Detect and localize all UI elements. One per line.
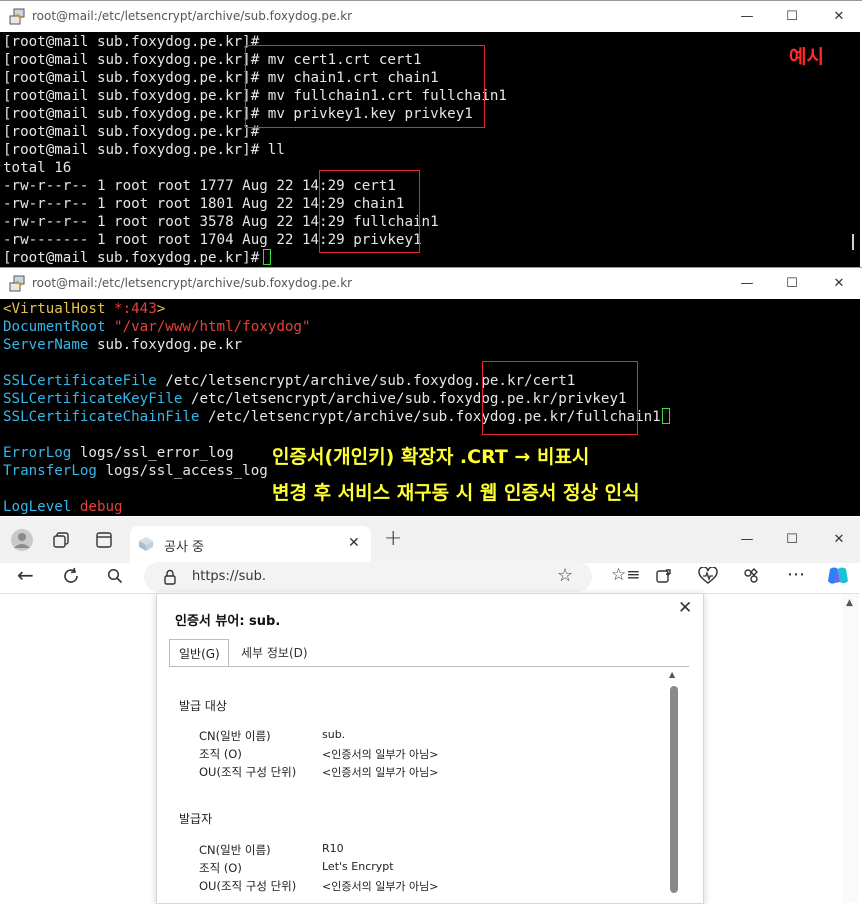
issuer-label: 조직 (O) <box>199 861 242 875</box>
terminal-prompt-line: [root@mail sub.foxydog.pe.kr]# <box>3 249 272 267</box>
issuer-label: OU(조직 구성 단위) <box>199 879 297 893</box>
profile-icon[interactable] <box>10 528 34 552</box>
close-button[interactable]: ✕ <box>826 528 852 552</box>
workspaces-icon[interactable] <box>52 531 70 549</box>
maximize-button[interactable]: ☐ <box>779 5 805 29</box>
browser-tab[interactable]: 공사 중 ✕ <box>130 526 371 563</box>
new-tab-button[interactable]: + <box>384 526 402 551</box>
renamed-files-highlight <box>319 170 420 253</box>
search-icon[interactable] <box>107 568 123 584</box>
tab-details-label: 세부 정보(D) <box>241 646 308 660</box>
terminal2-title: root@mail:/etc/letsencrypt/archive/sub.f… <box>32 276 353 290</box>
terminal2-screen[interactable]: <VirtualHost *:443> DocumentRoot "/var/w… <box>0 299 860 516</box>
scroll-up-icon[interactable]: ▲ <box>846 598 853 608</box>
terminal-line: [root@mail sub.foxydog.pe.kr]# ll <box>3 142 285 158</box>
issued-to-value: <인증서의 일부가 아님> <box>322 748 439 761</box>
tab-divider <box>169 666 689 667</box>
vhost-line: <VirtualHost *:443> <box>3 301 166 317</box>
extensions-icon[interactable] <box>742 567 760 585</box>
more-menu-icon[interactable]: ⋯ <box>787 564 805 585</box>
refresh-icon[interactable] <box>62 567 80 585</box>
minimize-button[interactable]: — <box>734 5 760 29</box>
collections-icon[interactable] <box>655 567 673 585</box>
issuer-value: Let's Encrypt <box>322 860 394 873</box>
issuer-heading: 발급자 <box>179 812 213 826</box>
browser-essentials-icon[interactable] <box>698 567 718 585</box>
issuer-label: CN(일반 이름) <box>199 843 271 857</box>
terminal-line: [root@mail sub.foxydog.pe.kr]# <box>3 34 260 50</box>
copilot-icon[interactable] <box>826 565 850 587</box>
dialog-scroll-up-icon[interactable]: ▲ <box>669 670 675 679</box>
dialog-title: 인증서 뷰어: sub. <box>175 614 281 629</box>
putty-icon <box>9 8 25 25</box>
maximize-button[interactable]: ☐ <box>779 528 805 552</box>
back-icon[interactable]: ← <box>17 563 34 587</box>
terminal-line: [root@mail sub.foxydog.pe.kr]# <box>3 124 260 140</box>
page-scrollbar[interactable]: ▲ <box>843 594 859 903</box>
terminal1-title: root@mail:/etc/letsencrypt/archive/sub.f… <box>32 9 353 23</box>
mv-commands-highlight <box>245 45 485 128</box>
terminal-cursor <box>263 249 272 265</box>
tab-favicon-icon <box>139 537 153 551</box>
terminal-cursor <box>661 408 670 424</box>
issued-to-label: OU(조직 구성 단위) <box>199 765 297 779</box>
result-annotation: 변경 후 서비스 재구동 시 웹 인증서 정상 인식 <box>272 482 640 504</box>
favorite-star-icon[interactable]: ☆ <box>557 565 573 586</box>
errorlog-line: ErrorLog logs/ssl_error_log <box>3 445 234 461</box>
example-annotation: 예시 <box>789 46 824 68</box>
dialog-scrollbar-thumb[interactable] <box>670 686 678 893</box>
tab-details[interactable]: 세부 정보(D) <box>231 639 321 666</box>
docroot-line: DocumentRoot "/var/www/html/foxydog" <box>3 319 311 335</box>
close-tab-icon[interactable]: ✕ <box>348 535 360 551</box>
issued-to-label: 조직 (O) <box>199 747 242 761</box>
close-button[interactable]: ✕ <box>826 5 852 29</box>
file-names-highlight <box>482 361 638 435</box>
terminal1-scrollbar[interactable] <box>852 234 854 250</box>
terminal-line: total 16 <box>3 160 72 176</box>
terminal1-screen[interactable]: [root@mail sub.foxydog.pe.kr]# [root@mai… <box>0 32 860 267</box>
issued-to-value: sub. <box>322 728 346 741</box>
favorites-icon[interactable]: ☆≡ <box>611 565 640 585</box>
certificate-viewer-dialog: 인증서 뷰어: sub. ✕ 일반(G) 세부 정보(D) 발급 대상 CN(일… <box>156 593 704 904</box>
tab-title: 공사 중 <box>164 540 205 555</box>
issuer-value: R10 <box>322 842 344 855</box>
close-button[interactable]: ✕ <box>826 272 852 296</box>
tab-general[interactable]: 일반(G) <box>169 639 229 666</box>
minimize-button[interactable]: — <box>734 528 760 552</box>
terminal-prompt: [root@mail sub.foxydog.pe.kr]# <box>3 250 260 266</box>
extension-annotation: 인증서(개인키) 확장자 .CRT → 비표시 <box>272 446 590 468</box>
loglevel-line: LogLevel debug <box>3 499 123 515</box>
issued-to-value: <인증서의 일부가 아님> <box>322 766 439 779</box>
servername-line: ServerName sub.foxydog.pe.kr <box>3 337 243 353</box>
issuer-value: <인증서의 일부가 아님> <box>322 880 439 893</box>
terminal2-titlebar: root@mail:/etc/letsencrypt/archive/sub.f… <box>0 267 862 299</box>
lock-icon[interactable] <box>163 569 177 585</box>
url-text: https://sub. <box>192 569 266 584</box>
browser-tabstrip: 공사 중 ✕ + — ☐ ✕ <box>0 517 860 563</box>
close-dialog-icon[interactable]: ✕ <box>678 598 692 618</box>
maximize-button[interactable]: ☐ <box>779 272 805 296</box>
transferlog-line: TransferLog logs/ssl_access_log <box>3 463 268 479</box>
terminal1-titlebar: root@mail:/etc/letsencrypt/archive/sub.f… <box>0 0 862 32</box>
issued-to-label: CN(일반 이름) <box>199 729 271 743</box>
issued-to-heading: 발급 대상 <box>179 699 227 713</box>
tab-actions-icon[interactable] <box>95 531 113 549</box>
tab-general-label: 일반(G) <box>179 647 220 661</box>
putty-icon <box>9 275 25 292</box>
minimize-button[interactable]: — <box>734 272 760 296</box>
address-bar[interactable]: https://sub. ☆ <box>144 562 592 592</box>
